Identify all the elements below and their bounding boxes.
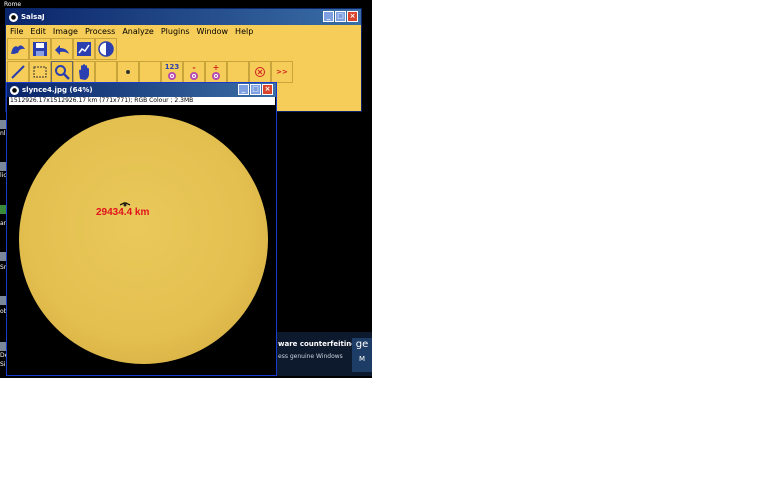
notice-line-2: ess genuine Windows (278, 353, 343, 360)
dot-icon (126, 70, 130, 74)
badge-line-1: ge (355, 339, 369, 350)
menu-process[interactable]: Process (85, 27, 115, 36)
point-tool[interactable] (117, 61, 139, 83)
rectangle-tool[interactable] (29, 61, 51, 83)
app-icon: ● (9, 12, 18, 22)
target-icon (190, 71, 198, 80)
clear-circle-icon (255, 67, 265, 77)
image-window: ● slynce4.jpg (64%) _ □ × 1512926.17x151… (6, 82, 277, 376)
genuine-badge: ge M (352, 338, 372, 372)
contrast-tool[interactable] (95, 38, 117, 60)
menu-analyze[interactable]: Analyze (122, 27, 154, 36)
histogram-tool[interactable] (73, 38, 95, 60)
desktop-icon-label: Si (0, 361, 6, 368)
maximize-button[interactable]: □ (335, 11, 346, 22)
more-label: >> (276, 68, 288, 76)
undo-tool[interactable] (51, 38, 73, 60)
save-icon (33, 42, 47, 56)
plus-label: + (212, 62, 220, 72)
line-icon (11, 65, 25, 79)
menu-file[interactable]: File (10, 27, 23, 36)
menu-plugins[interactable]: Plugins (161, 27, 190, 36)
menu-help[interactable]: Help (235, 27, 253, 36)
open-tool[interactable] (7, 38, 29, 60)
minus-label: - (192, 62, 196, 72)
close-button[interactable]: × (347, 11, 358, 22)
sun-disk (19, 115, 268, 364)
menu-image[interactable]: Image (53, 27, 78, 36)
magnifier-icon (55, 65, 70, 80)
image-window-icon: ● (10, 85, 19, 95)
blank-tool-3[interactable] (227, 61, 249, 83)
contrast-icon (98, 41, 114, 57)
genuine-windows-notice[interactable]: ware counterfeiting. ess genuine Windows… (270, 332, 372, 376)
minimize-button[interactable]: _ (323, 11, 334, 22)
count-label: 123 (164, 62, 180, 71)
image-minimize-button[interactable]: _ (238, 84, 249, 95)
clear-tool[interactable] (249, 61, 271, 83)
target-icon (212, 71, 220, 80)
save-tool[interactable] (29, 38, 51, 60)
toolbar-row-1 (7, 38, 117, 60)
main-title-bar[interactable]: ● SalsaJ _ □ × (6, 9, 361, 25)
zoom-tool[interactable] (51, 61, 73, 83)
image-maximize-button[interactable]: □ (250, 84, 261, 95)
image-canvas[interactable]: 29434.4 km (9, 106, 274, 374)
toolbar-row-2: 123 - + >> (7, 61, 293, 83)
more-tools-button[interactable]: >> (271, 61, 293, 83)
open-icon (11, 45, 25, 54)
notice-line-1: ware counterfeiting. (278, 340, 359, 348)
image-close-button[interactable]: × (262, 84, 273, 95)
main-window-title: SalsaJ (21, 13, 45, 21)
menu-bar: File Edit Image Process Analyze Plugins … (6, 25, 361, 38)
count-tool[interactable]: 123 (161, 61, 183, 83)
line-tool[interactable] (7, 61, 29, 83)
hand-icon (79, 64, 89, 80)
plus-tool[interactable]: + (205, 61, 227, 83)
badge-line-2: M (358, 355, 366, 363)
hand-tool[interactable] (73, 61, 95, 83)
menu-window[interactable]: Window (197, 27, 229, 36)
image-info-bar: 1512926.17x1512926.17 km (771x771); RGB … (9, 97, 275, 105)
target-icon (168, 71, 176, 80)
minus-tool[interactable]: - (183, 61, 205, 83)
desktop-icon-label: nl (0, 130, 6, 137)
image-title-bar[interactable]: ● slynce4.jpg (64%) _ □ × (7, 83, 276, 97)
blank-tool[interactable] (95, 61, 117, 83)
menu-edit[interactable]: Edit (30, 27, 46, 36)
chart-icon (77, 42, 91, 56)
image-window-title: slynce4.jpg (64%) (22, 86, 93, 94)
undo-icon (55, 45, 69, 55)
blank-tool-2[interactable] (139, 61, 161, 83)
desktop-label-top: Rome (4, 1, 22, 8)
measurement-label: 29434.4 km (96, 207, 150, 218)
rectangle-icon (33, 66, 47, 78)
